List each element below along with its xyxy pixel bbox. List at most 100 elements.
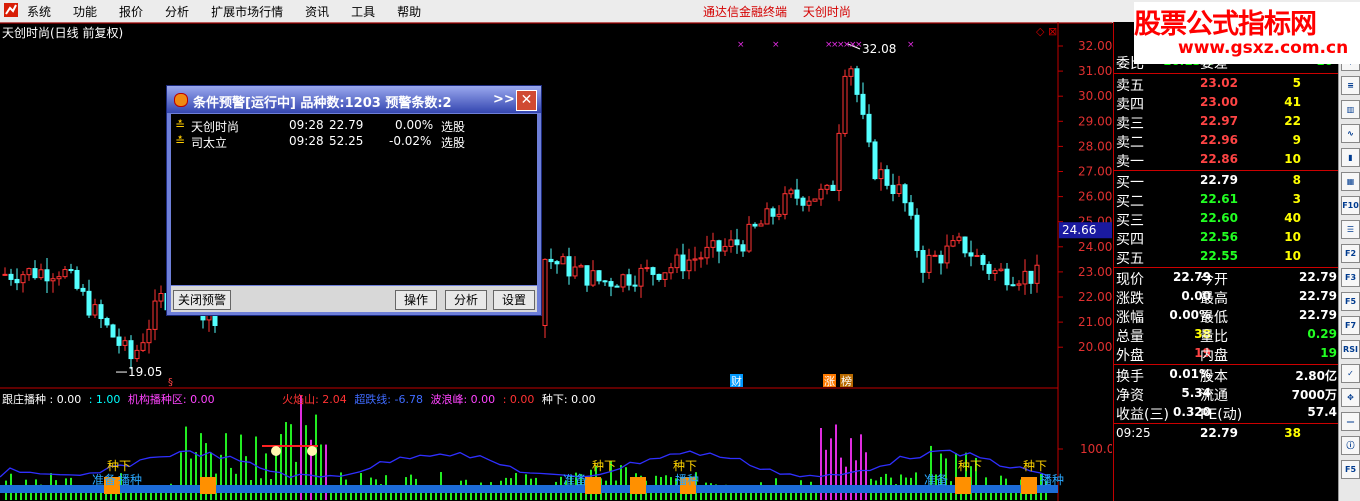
chart-window-controls[interactable]: ◇ ⊠ [1036, 25, 1057, 38]
operate-button[interactable]: 操作 [395, 290, 437, 310]
alert-list[interactable]: ≛ 天创时尚 09:28 22.79 0.00% 选股 ≛ 司太立 09:28 … [171, 114, 537, 285]
kline-icon[interactable]: ▮ [1341, 148, 1360, 167]
price-tick-label: 24.00 [1078, 240, 1112, 254]
candle-body [620, 274, 626, 288]
close-icon[interactable]: ✕ [516, 90, 537, 111]
candle-body [842, 75, 848, 134]
candle-body [788, 189, 794, 195]
table-icon[interactable]: ▦ [1341, 172, 1360, 191]
candle-body [890, 184, 896, 195]
order-volume: 41 [1284, 95, 1301, 109]
buy3-row[interactable]: 买三 22.60 40 [1114, 209, 1339, 229]
candle-body [20, 274, 26, 284]
candle-body [86, 290, 92, 316]
stat-label: 量比 [1200, 329, 1228, 345]
candle-body [50, 278, 56, 282]
list-icon[interactable]: ≡ [1341, 76, 1360, 95]
sell3-row[interactable]: 卖三 22.97 22 [1114, 112, 1339, 132]
menu-item-system[interactable]: 系统 [27, 3, 51, 20]
high-price-label: 32.08 [862, 42, 896, 56]
bar-chart-icon[interactable]: ▥ [1341, 100, 1360, 119]
zhongxia-label: 种下 [107, 459, 131, 473]
sell1-row[interactable]: 卖一 22.86 10 [1114, 150, 1339, 170]
candle-body [914, 214, 920, 252]
menu-item-function[interactable]: 功能 [73, 3, 97, 20]
buy1-row[interactable]: 买一 22.79 8 [1114, 171, 1339, 191]
pick-icon[interactable]: ✓ [1341, 364, 1360, 383]
candle-body [752, 223, 758, 227]
buy2-row[interactable]: 买二 22.61 3 [1114, 190, 1339, 210]
menu-item-quote[interactable]: 报价 [119, 3, 143, 20]
f2-icon[interactable]: F2 [1341, 244, 1360, 263]
order-label: 买三 [1116, 213, 1144, 229]
f10-icon[interactable]: F10 [1341, 196, 1360, 215]
quote-panel: 委比 -16.13% 委差 -10 卖五 23.02 5 卖四 23.00 41… [1113, 22, 1339, 501]
legend-bolangfeng: 波浪峰: 0.00 [430, 393, 496, 406]
menu-item-tools[interactable]: 工具 [351, 3, 375, 20]
legend-value-1: : 1.00 [88, 393, 121, 406]
alert-star-icon: ≛ [175, 134, 186, 148]
order-volume: 8 [1292, 173, 1301, 187]
order-price: 23.00 [1200, 95, 1238, 109]
close-alert-button[interactable]: 关闭预警 [173, 290, 231, 310]
menu-item-extended-market[interactable]: 扩展市场行情 [211, 3, 283, 20]
candle-body [98, 304, 104, 320]
order-volume: 10 [1284, 249, 1301, 263]
candle-body [932, 254, 938, 257]
sell5-row[interactable]: 卖五 23.02 5 [1114, 74, 1339, 94]
menu-item-analysis[interactable]: 分析 [165, 3, 189, 20]
alert-action: 选股 [441, 120, 466, 134]
dialog-title-bar[interactable]: 条件预警[运行中] 品种数:1203 预警条数:2 >> ✕ [167, 86, 541, 113]
stat-label: 现价 [1116, 272, 1144, 288]
info-icon[interactable]: ⓘ [1341, 436, 1360, 455]
candle-body [560, 256, 566, 265]
candle-body [884, 169, 890, 186]
menu-item-news[interactable]: 资讯 [305, 3, 329, 20]
candle-body [584, 265, 590, 286]
stat-row: 换手 0.01% 股本 2.80亿 [1114, 365, 1339, 385]
sell2-row[interactable]: 卖二 22.96 9 [1114, 131, 1339, 151]
news-icon[interactable]: ☰ [1341, 220, 1360, 239]
candle-body [806, 200, 812, 206]
order-price: 22.86 [1200, 152, 1238, 166]
alert-time: 09:28 [289, 118, 324, 132]
menu-item-help[interactable]: 帮助 [397, 3, 421, 20]
zhongxia-label: 种下 [592, 459, 616, 473]
order-volume: 22 [1284, 114, 1301, 128]
stat-value: 0.29 [1307, 327, 1337, 341]
signal-block [630, 477, 646, 494]
line-chart-icon[interactable]: ∿ [1341, 124, 1360, 143]
sell4-row[interactable]: 卖四 23.00 41 [1114, 93, 1339, 113]
condition-alert-dialog[interactable]: 条件预警[运行中] 品种数:1203 预警条数:2 >> ✕ ≛ 天创时尚 09… [166, 85, 542, 316]
zhongxia-label: 种下 [673, 459, 697, 473]
legend-jigou: 机构播种区: 0.00 [127, 393, 215, 406]
event-marker-label: 涨 [824, 375, 835, 388]
rsi-icon[interactable]: RSI [1341, 340, 1360, 359]
f5-icon[interactable]: F5 [1341, 292, 1360, 311]
stat-label: 股本 [1200, 369, 1228, 385]
candle-body [668, 267, 674, 274]
analyze-button[interactable]: 分析 [445, 290, 487, 310]
candle-body [1016, 283, 1022, 286]
candle-body [818, 188, 824, 200]
settings-button[interactable]: 设置 [493, 290, 535, 310]
candle-body [1010, 284, 1016, 287]
f5b-icon[interactable]: F5 [1341, 460, 1360, 479]
candle-body [80, 287, 86, 292]
app-title: 通达信金融终端 天创时尚 [703, 3, 863, 20]
candle-body [782, 193, 788, 215]
f3-icon[interactable]: F3 [1341, 268, 1360, 287]
candle-body [812, 198, 818, 202]
candle-body [140, 342, 146, 351]
candle-body [878, 169, 884, 180]
compass-icon[interactable]: ✥ [1341, 388, 1360, 407]
buy4-row[interactable]: 买四 22.56 10 [1114, 228, 1339, 248]
price-tick-label: 23.00 [1078, 265, 1112, 279]
candle-body [122, 340, 128, 346]
minus-icon[interactable]: — [1341, 412, 1360, 431]
f7-icon[interactable]: F7 [1341, 316, 1360, 335]
stat-row: 外盘 19 内盘 19 [1114, 344, 1339, 364]
alert-app-icon [174, 93, 188, 107]
expand-more-button[interactable]: >> [493, 92, 515, 107]
buy5-row[interactable]: 买五 22.55 10 [1114, 247, 1339, 267]
